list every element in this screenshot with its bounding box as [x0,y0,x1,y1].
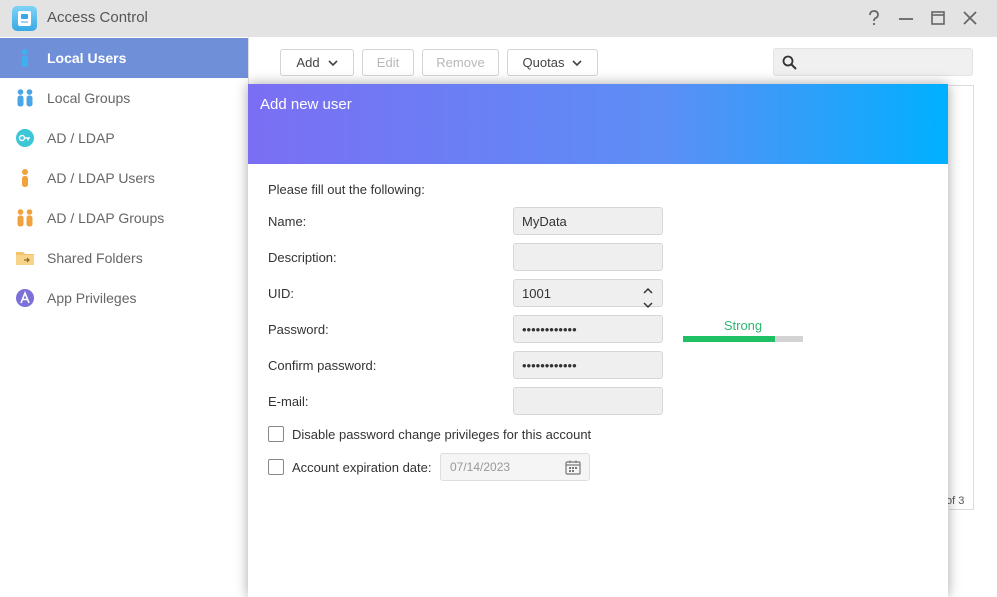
access-control-app-icon [12,6,37,31]
search-icon [782,55,797,73]
key-icon [15,128,35,148]
sidebar-item-label: AD / LDAP Users [47,170,155,186]
group-icon [15,88,35,108]
sidebar-item-label: AD / LDAP Groups [47,210,165,226]
password-strength-label: Strong [723,318,763,333]
dialog-header: Add new user [248,84,948,164]
uid-label: UID: [268,286,294,301]
sidebar-item-label: AD / LDAP [47,130,115,146]
expiration-date-value: 07/14/2023 [450,460,511,474]
sidebar: Local Users Local Groups AD / LDAP AD / … [0,37,248,597]
chevron-up-icon[interactable] [643,282,653,297]
sidebar-item-label: Shared Folders [47,250,143,266]
quotas-button-label: Quotas [522,55,565,70]
pager-total: of 3 [946,495,965,507]
password-label: Password: [268,322,329,337]
confirm-password-value: •••••••••••• [522,357,577,373]
dialog-intro: Please fill out the following: [268,182,425,197]
title-bar: Access Control [0,0,997,37]
sidebar-item-ad-ldap-users[interactable]: AD / LDAP Users [0,158,248,198]
sidebar-item-label: App Privileges [47,290,137,306]
confirm-password-label: Confirm password: [268,358,377,373]
maximize-icon[interactable] [928,8,948,28]
expiration-date-input[interactable]: 07/14/2023 [440,453,590,481]
add-button[interactable]: Add [280,49,354,76]
sidebar-item-ad-ldap-groups[interactable]: AD / LDAP Groups [0,198,248,238]
disable-password-change-checkbox[interactable] [268,426,284,442]
account-expiration-checkbox[interactable] [268,459,284,475]
remove-button-label: Remove [436,55,485,70]
email-field[interactable] [513,387,663,415]
uid-value: 1001 [522,285,551,301]
uid-stepper-arrows[interactable] [642,282,654,309]
email-label: E-mail: [268,394,309,409]
description-field[interactable] [513,243,663,271]
edit-button-label: Edit [376,55,400,70]
ldap-user-icon [15,168,35,188]
edit-button[interactable]: Edit [362,49,414,76]
name-label: Name: [268,214,307,229]
chevron-down-icon [572,55,583,70]
password-field[interactable]: •••••••••••• [513,315,663,343]
sidebar-item-app-privileges[interactable]: App Privileges [0,278,248,318]
name-value: MyData [522,213,567,229]
quotas-button[interactable]: Quotas [507,49,598,76]
disable-password-change-label: Disable password change privileges for t… [292,427,592,442]
chevron-down-icon[interactable] [643,297,653,312]
sidebar-item-label: Local Users [47,50,127,66]
uid-stepper[interactable]: 1001 [513,279,663,309]
account-expiration-label: Account expiration date: [292,460,432,475]
add-button-label: Add [296,55,320,70]
sidebar-item-local-groups[interactable]: Local Groups [0,78,248,118]
folder-icon [15,248,35,268]
password-strength-meter [683,336,803,342]
sidebar-item-label: Local Groups [47,90,131,106]
remove-button[interactable]: Remove [422,49,499,76]
sidebar-item-shared-folders[interactable]: Shared Folders [0,238,248,278]
close-icon[interactable] [960,8,980,28]
user-icon [15,48,35,68]
chevron-down-icon [327,55,338,70]
app-privileges-icon [15,288,35,308]
description-label: Description: [268,250,337,265]
confirm-password-field[interactable]: •••••••••••• [513,351,663,379]
user-list [949,85,974,510]
add-user-dialog: Add new user Please fill out the followi… [248,84,948,597]
window-title: Access Control [47,9,148,26]
minimize-icon[interactable] [896,8,916,28]
ldap-group-icon [15,208,35,228]
name-field[interactable]: MyData [513,207,663,235]
password-value: •••••••••••• [522,321,577,337]
sidebar-item-local-users[interactable]: Local Users [0,38,248,78]
help-icon[interactable] [864,8,884,28]
calendar-icon[interactable] [565,460,581,475]
dialog-title: Add new user [260,96,352,113]
sidebar-item-ad-ldap[interactable]: AD / LDAP [0,118,248,158]
password-strength-fill [683,336,776,342]
search-input[interactable] [773,48,973,76]
